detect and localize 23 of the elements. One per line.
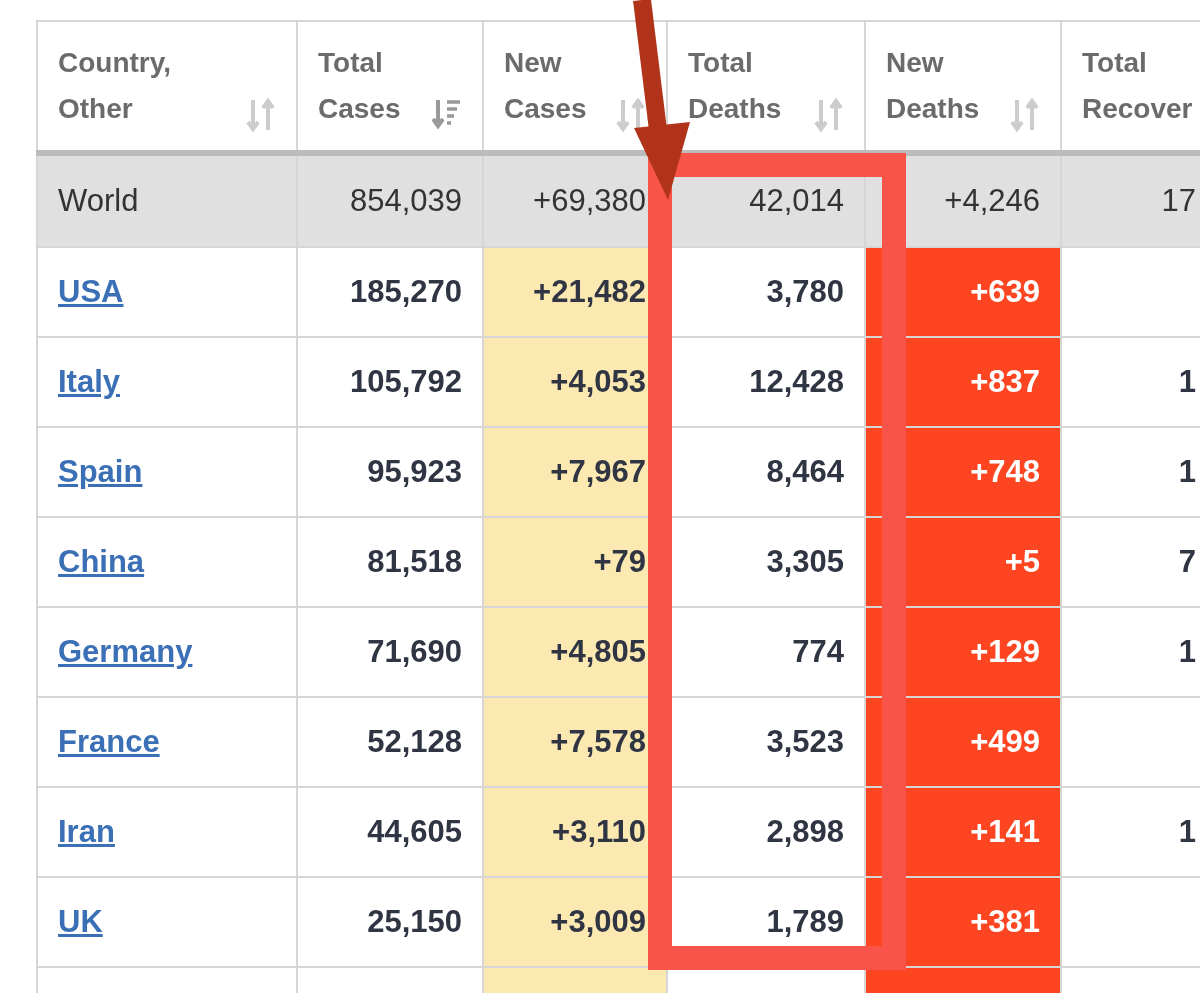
table-cell: 17 <box>1061 153 1200 247</box>
column-title: Country, Other <box>58 46 172 126</box>
country-link[interactable]: UK <box>58 904 103 939</box>
column-title: Total Recover <box>1082 46 1193 126</box>
sort-icon[interactable] <box>616 98 646 132</box>
column-title: New Cases <box>504 46 587 126</box>
column-title: Total Deaths <box>688 46 782 126</box>
header-cell[interactable]: Country, Other <box>37 21 297 153</box>
header-cell[interactable]: Total Cases <box>297 21 483 153</box>
country-link[interactable]: France <box>58 724 160 759</box>
header-cell[interactable]: Total Recover <box>1061 21 1200 153</box>
column-title: New Deaths <box>886 46 980 126</box>
header-cell[interactable]: New Deaths <box>865 21 1061 153</box>
country-link[interactable]: China <box>58 544 145 579</box>
sort-descending-icon[interactable] <box>432 98 462 132</box>
table-cell: World <box>37 153 297 247</box>
header-cell[interactable]: Total Deaths <box>667 21 865 153</box>
country-link[interactable]: Italy <box>58 364 121 399</box>
table-cell: 854,039 <box>297 153 483 247</box>
country-link[interactable]: Spain <box>58 454 143 489</box>
country-link[interactable]: USA <box>58 274 124 309</box>
country-link[interactable]: Iran <box>58 814 115 849</box>
column-title: Total Cases <box>318 46 401 126</box>
